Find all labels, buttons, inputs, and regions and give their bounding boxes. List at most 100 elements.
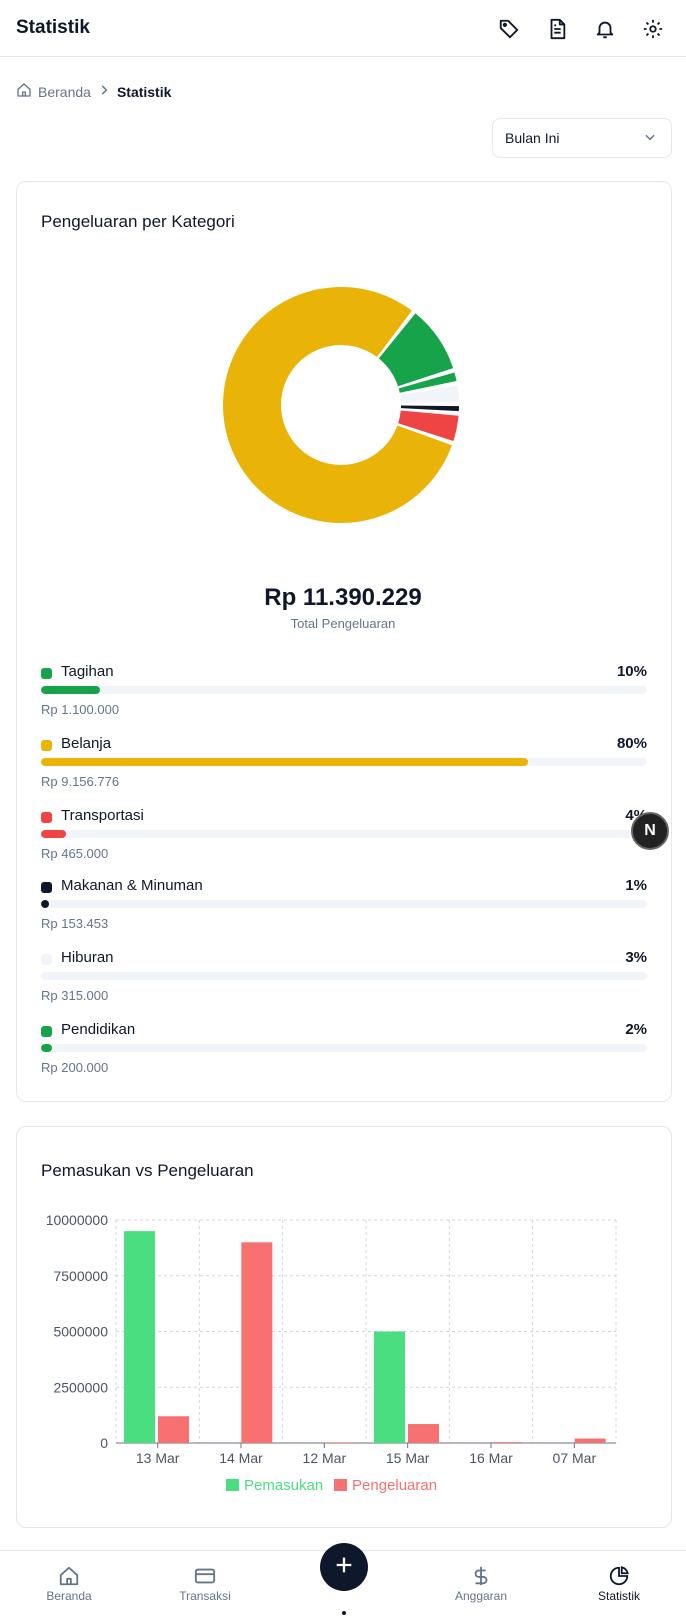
legend-label[interactable]: Pemasukan: [244, 1477, 323, 1494]
nav-statistik[interactable]: Statistik: [574, 1563, 664, 1603]
category-progress-fill: [41, 1044, 52, 1052]
category-color-dot: [41, 882, 52, 893]
home-icon[interactable]: [16, 82, 32, 101]
category-row: Pendidikan 2% Rp 200.000: [41, 1020, 647, 1090]
category-color-dot: [41, 668, 52, 679]
x-tick-label: 16 Mar: [469, 1450, 513, 1466]
category-color-dot: [41, 812, 52, 823]
bar-pengeluaran[interactable]: [574, 1438, 606, 1443]
category-percent: 2%: [625, 1021, 647, 1038]
category-name: Pendidikan: [61, 1021, 136, 1038]
category-amount: Rp 9.156.776: [41, 774, 120, 789]
plus-icon: [333, 1554, 355, 1581]
period-select-value: Bulan Ini: [505, 130, 560, 146]
category-progress-track: [41, 758, 647, 766]
total-expense: Rp 11.390.229: [264, 584, 422, 611]
home-indicator: [342, 1611, 346, 1615]
x-tick-label: 07 Mar: [553, 1450, 597, 1466]
category-name: Makanan & Minuman: [61, 877, 203, 894]
y-tick-label: 2500000: [53, 1379, 108, 1395]
category-amount: Rp 153.453: [41, 916, 109, 931]
breadcrumb: Beranda Statistik: [16, 82, 171, 101]
document-icon[interactable]: [544, 16, 570, 42]
income-expense-bar-chart: 10000000 7500000 5000000 2500000 0 13 Mar 14 M…: [46, 1212, 617, 1494]
category-progress-fill: [41, 758, 529, 766]
category-row: Belanja 80% Rp 9.156.776: [41, 734, 647, 804]
category-progress-track: [41, 972, 647, 980]
gear-icon[interactable]: [640, 16, 666, 42]
pie-icon: [574, 1563, 664, 1589]
category-color-dot: [41, 954, 52, 965]
x-tick-label: 12 Mar: [303, 1450, 347, 1466]
category-progress-track: [41, 1044, 647, 1052]
nav-label: Anggaran: [454, 1589, 508, 1603]
breadcrumb-current: Statistik: [116, 83, 172, 100]
bar-pengeluaran[interactable]: [158, 1416, 189, 1443]
category-name: Hiburan: [61, 949, 114, 966]
category-percent: 10%: [616, 663, 647, 680]
category-card-title: Pengeluaran per Kategori: [41, 212, 235, 231]
category-name: Tagihan: [61, 663, 114, 680]
y-tick-label: 10000000: [46, 1212, 109, 1228]
category-progress-fill: [41, 830, 66, 838]
category-row: Tagihan 10% Rp 1.100.000: [41, 662, 647, 732]
category-row: Hiburan 3% Rp 315.000: [41, 948, 647, 1018]
period-select[interactable]: Bulan Ini: [492, 118, 672, 158]
legend-swatch: [226, 1479, 239, 1491]
category-name: Transportasi: [61, 807, 144, 824]
category-progress-fill: [41, 972, 58, 980]
home-icon: [24, 1563, 114, 1589]
nav-beranda[interactable]: Beranda: [24, 1563, 114, 1603]
tag-icon[interactable]: [496, 16, 522, 42]
category-amount: Rp 1.100.000: [41, 702, 120, 717]
y-tick-label: 7500000: [53, 1268, 108, 1284]
bell-icon[interactable]: [592, 16, 618, 42]
nav-label: Statistik: [597, 1589, 640, 1603]
next-dev-badge[interactable]: N: [631, 812, 669, 850]
nav-label: Beranda: [46, 1589, 92, 1603]
x-tick-label: 15 Mar: [386, 1450, 430, 1466]
category-donut-chart: [223, 286, 459, 523]
dollar-icon: [436, 1563, 526, 1589]
category-row: Transportasi 4% Rp 465.000: [41, 806, 647, 876]
page-title: Statistik: [16, 17, 90, 38]
bar-pemasukan[interactable]: [374, 1331, 405, 1444]
add-transaction-button[interactable]: [320, 1543, 368, 1591]
x-tick-label: 14 Mar: [219, 1450, 263, 1466]
legend-label[interactable]: Pengeluaran: [352, 1477, 437, 1494]
chevron-down-icon: [643, 130, 657, 147]
bar-pengeluaran[interactable]: [408, 1424, 439, 1443]
chevron-right-icon: [97, 83, 111, 100]
bar-pengeluaran[interactable]: [491, 1442, 523, 1443]
category-amount: Rp 465.000: [41, 846, 109, 861]
category-progress-track: [41, 830, 647, 838]
category-color-dot: [41, 1026, 52, 1037]
category-color-dot: [41, 740, 52, 751]
card-icon: [160, 1563, 250, 1589]
breadcrumb-home[interactable]: Beranda: [38, 84, 91, 100]
nav-anggaran[interactable]: Anggaran: [436, 1563, 526, 1603]
bar-pengeluaran[interactable]: [324, 1442, 356, 1443]
category-progress-fill: [41, 900, 49, 908]
category-row: Makanan & Minuman 1% Rp 153.453: [41, 876, 647, 946]
y-tick-label: 5000000: [53, 1324, 108, 1340]
y-tick-label: 0: [100, 1435, 108, 1451]
nav-transaksi[interactable]: Transaksi: [160, 1563, 250, 1603]
nav-label: Transaksi: [179, 1589, 231, 1603]
bar-pemasukan[interactable]: [124, 1231, 155, 1443]
income-expense-title: Pemasukan vs Pengeluaran: [41, 1161, 254, 1180]
category-name: Belanja: [61, 735, 112, 752]
category-progress-fill: [41, 686, 100, 694]
category-percent: 3%: [625, 949, 647, 966]
category-progress-track: [41, 686, 647, 694]
legend-swatch: [334, 1479, 347, 1491]
x-tick-label: 13 Mar: [136, 1450, 180, 1466]
top-actions: [496, 16, 666, 42]
donut-slice[interactable]: [400, 405, 459, 412]
total-expense-label: Total Pengeluaran: [290, 616, 396, 631]
category-progress-track: [41, 900, 647, 908]
category-amount: Rp 315.000: [41, 988, 109, 1003]
bar-pengeluaran[interactable]: [241, 1242, 273, 1443]
category-amount: Rp 200.000: [41, 1060, 109, 1075]
top-bar: Statistik: [0, 0, 686, 57]
